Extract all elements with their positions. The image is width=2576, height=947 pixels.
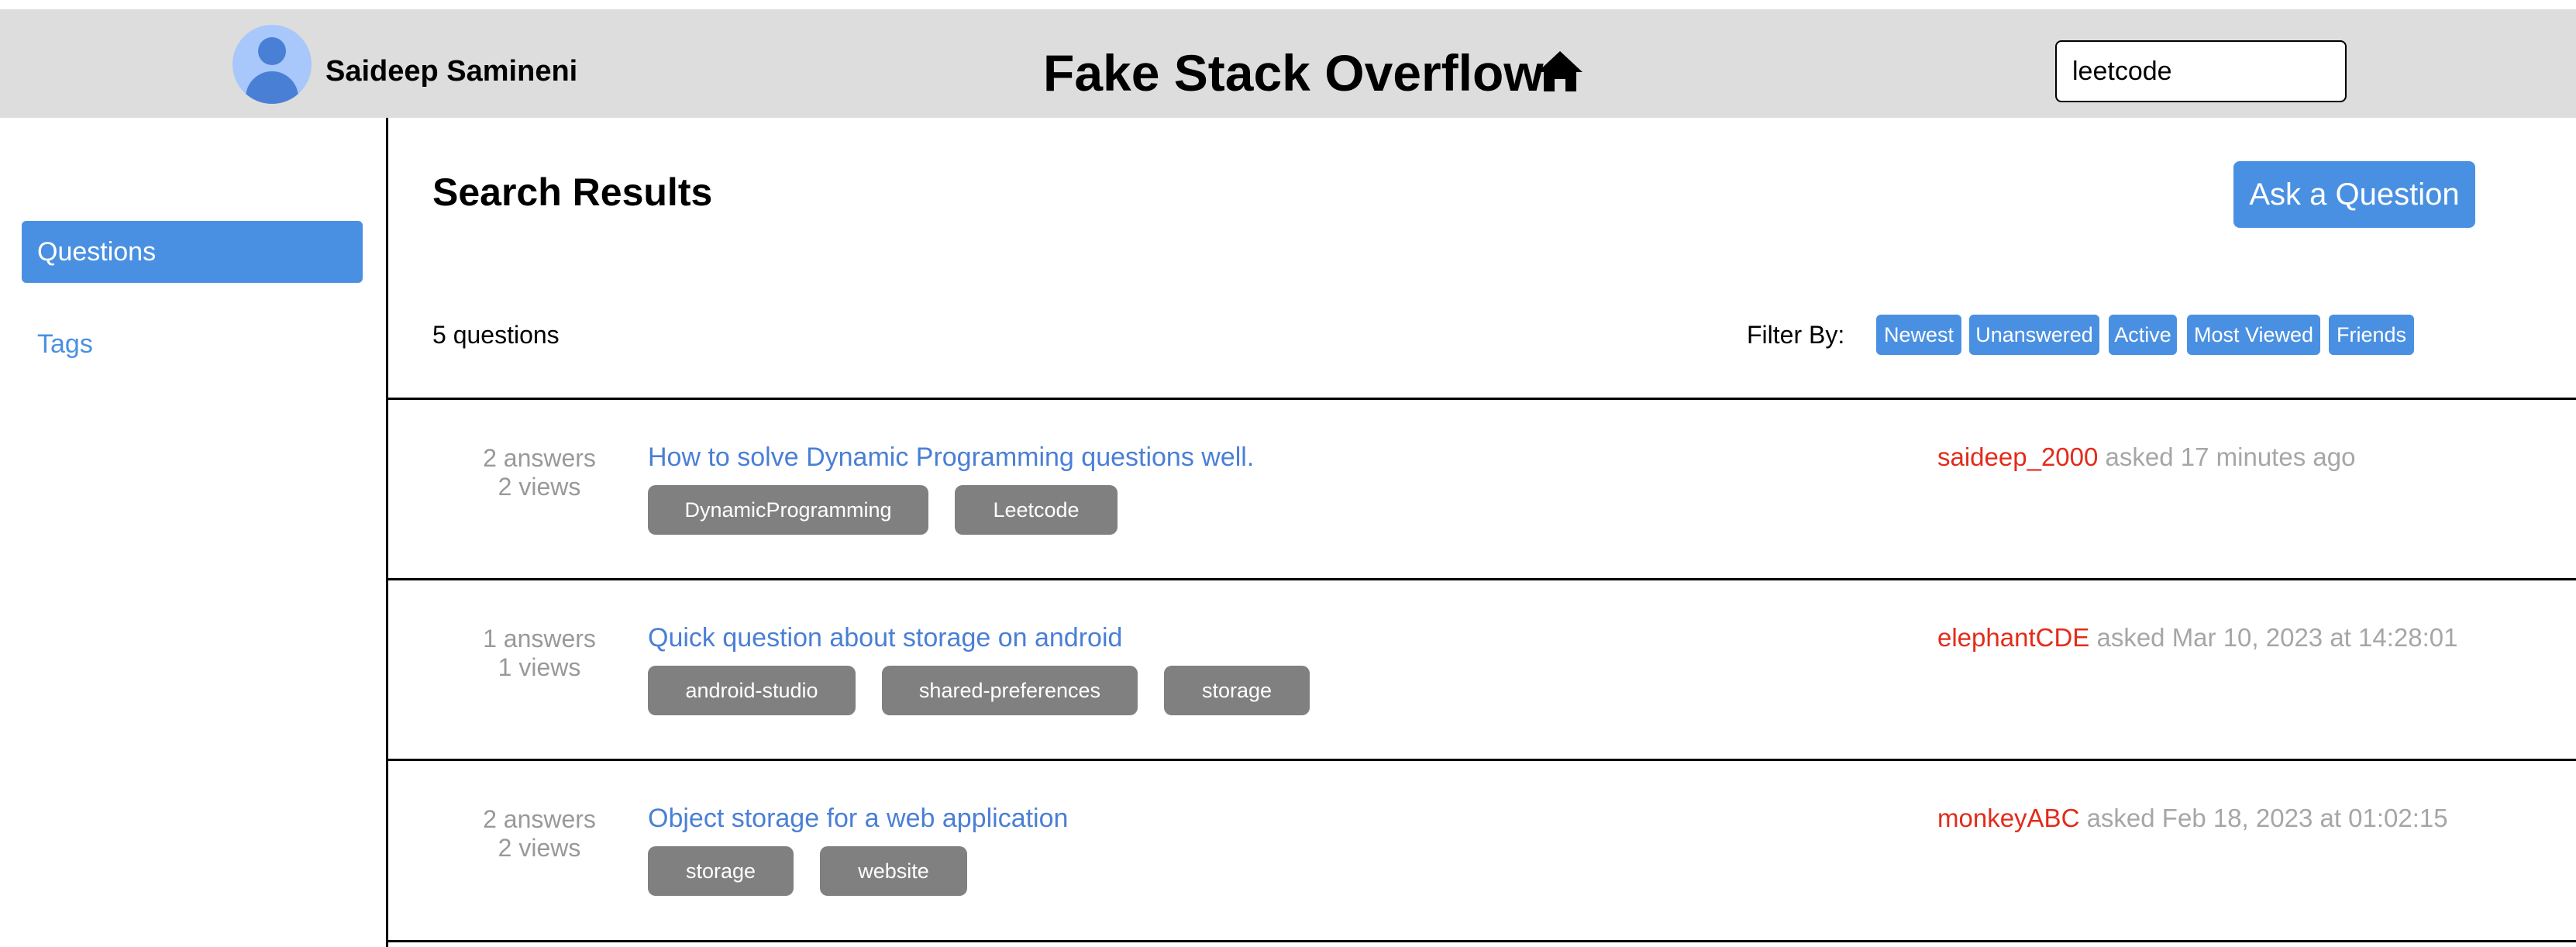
sidebar-divider xyxy=(386,118,388,947)
question-title-link[interactable]: Quick question about storage on android xyxy=(648,622,1122,653)
divider xyxy=(387,578,2576,580)
filter-most-viewed-button[interactable]: Most Viewed xyxy=(2187,315,2320,355)
avatar[interactable] xyxy=(232,25,312,104)
tag-button[interactable]: android-studio xyxy=(648,666,856,715)
answer-count: 1 answers xyxy=(483,625,596,653)
asked-time: asked Feb 18, 2023 at 01:02:15 xyxy=(2086,804,2448,832)
search-input[interactable] xyxy=(2055,40,2347,102)
page-title: Search Results xyxy=(432,170,713,214)
answer-count: 2 answers xyxy=(483,444,596,472)
filter-friends-button[interactable]: Friends xyxy=(2329,315,2414,355)
author-link[interactable]: monkeyABC xyxy=(1937,804,2079,832)
view-count: 2 views xyxy=(498,473,581,501)
view-count: 2 views xyxy=(498,834,581,862)
tag-button[interactable]: shared-preferences xyxy=(882,666,1138,715)
asked-time: asked Mar 10, 2023 at 14:28:01 xyxy=(2096,623,2458,652)
tag-button[interactable]: storage xyxy=(1164,666,1310,715)
avatar-shoulders xyxy=(246,71,298,104)
user-name: Saideep Samineni xyxy=(325,55,578,88)
divider xyxy=(387,398,2576,400)
author-link[interactable]: saideep_2000 xyxy=(1937,443,2098,471)
question-title-link[interactable]: Object storage for a web application xyxy=(648,803,1068,834)
filter-newest-button[interactable]: Newest xyxy=(1876,315,1961,355)
tag-button[interactable]: Leetcode xyxy=(955,485,1118,535)
home-icon[interactable] xyxy=(1536,50,1584,93)
question-count: 5 questions xyxy=(432,321,560,349)
header-bar: Saideep Samineni Fake Stack Overflow xyxy=(0,9,2576,118)
answer-count: 2 answers xyxy=(483,805,596,833)
ask-question-button[interactable]: Ask a Question xyxy=(2233,161,2475,228)
avatar-head xyxy=(258,37,286,65)
tag-button[interactable]: website xyxy=(820,846,967,896)
question-title-link[interactable]: How to solve Dynamic Programming questio… xyxy=(648,442,1254,473)
author-link[interactable]: elephantCDE xyxy=(1937,623,2089,652)
question-meta: monkeyABC asked Feb 18, 2023 at 01:02:15 xyxy=(1937,803,2448,834)
sidebar-item-questions[interactable]: Questions xyxy=(22,221,363,283)
divider xyxy=(387,759,2576,761)
app-title: Fake Stack Overflow xyxy=(1043,44,1544,102)
divider xyxy=(387,940,2576,942)
filter-active-button[interactable]: Active xyxy=(2109,315,2177,355)
asked-time: asked 17 minutes ago xyxy=(2105,443,2356,471)
tag-button[interactable]: DynamicProgramming xyxy=(648,485,928,535)
tag-button[interactable]: storage xyxy=(648,846,794,896)
question-meta: elephantCDE asked Mar 10, 2023 at 14:28:… xyxy=(1937,622,2457,653)
filter-label: Filter By: xyxy=(1747,321,1845,349)
sidebar-item-tags[interactable]: Tags xyxy=(37,329,93,360)
question-meta: saideep_2000 asked 17 minutes ago xyxy=(1937,442,2355,473)
view-count: 1 views xyxy=(498,653,581,681)
filter-unanswered-button[interactable]: Unanswered xyxy=(1969,315,2099,355)
